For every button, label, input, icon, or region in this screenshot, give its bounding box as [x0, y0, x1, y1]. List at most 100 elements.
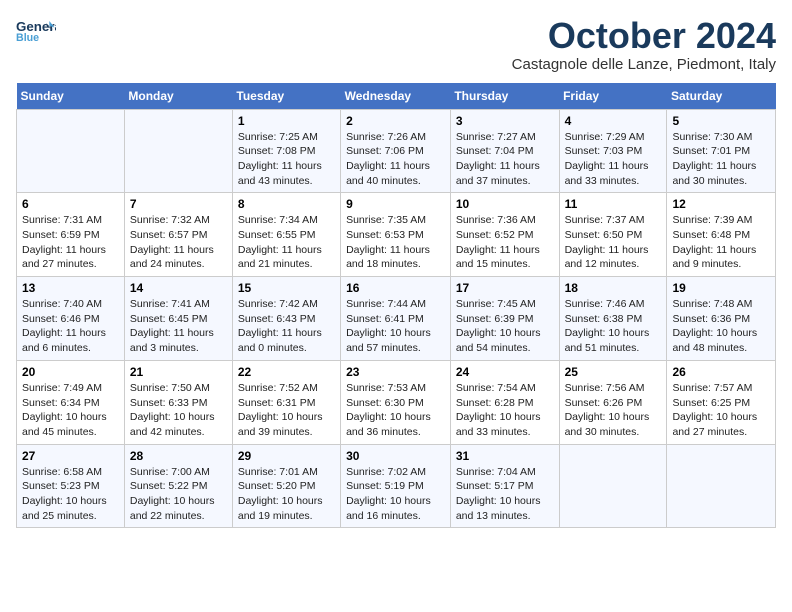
svg-text:Blue: Blue	[16, 32, 39, 44]
calendar-week-row: 1Sunrise: 7:25 AMSunset: 7:08 PMDaylight…	[17, 109, 776, 193]
calendar-week-row: 6 Sunrise: 7:31 AMSunset: 6:59 PMDaylight…	[17, 193, 776, 277]
calendar-cell: 22 Sunrise: 7:52 AMSunset: 6:31 PMDayligh…	[232, 360, 340, 444]
day-number: 28	[130, 449, 227, 463]
calendar-cell: 9Sunrise: 7:35 AMSunset: 6:53 PMDaylight…	[341, 193, 451, 277]
day-info: Sunrise: 7:57 AMSunset: 6:25 PMDaylight:…	[672, 381, 770, 440]
day-info: Sunrise: 7:34 AMSunset: 6:55 PMDaylight:…	[238, 213, 335, 272]
calendar-cell: 11 Sunrise: 7:37 AMSunset: 6:50 PMDayligh…	[559, 193, 667, 277]
day-number: 25	[565, 365, 662, 379]
day-info: Sunrise: 7:39 AMSunset: 6:48 PMDaylight:…	[672, 213, 770, 272]
calendar-cell	[559, 444, 667, 528]
day-number: 4	[565, 114, 662, 128]
day-number: 13	[22, 281, 119, 295]
calendar-table: SundayMondayTuesdayWednesdayThursdayFrid…	[16, 83, 776, 529]
day-info: Sunrise: 7:53 AMSunset: 6:30 PMDaylight:…	[346, 381, 445, 440]
day-number: 19	[672, 281, 770, 295]
day-info: Sunrise: 6:58 AMSunset: 5:23 PMDaylight:…	[22, 465, 119, 524]
calendar-cell: 14 Sunrise: 7:41 AMSunset: 6:45 PMDayligh…	[124, 277, 232, 361]
day-info: Sunrise: 7:26 AMSunset: 7:06 PMDaylight:…	[346, 130, 445, 189]
calendar-cell: 16 Sunrise: 7:44 AMSunset: 6:41 PMDayligh…	[341, 277, 451, 361]
day-number: 20	[22, 365, 119, 379]
calendar-cell: 5 Sunrise: 7:30 AMSunset: 7:01 PMDaylight…	[667, 109, 776, 193]
header-row: SundayMondayTuesdayWednesdayThursdayFrid…	[17, 83, 776, 110]
day-number: 5	[672, 114, 770, 128]
calendar-cell: 26Sunrise: 7:57 AMSunset: 6:25 PMDayligh…	[667, 360, 776, 444]
weekday-header: Tuesday	[232, 83, 340, 110]
calendar-cell: 21 Sunrise: 7:50 AMSunset: 6:33 PMDayligh…	[124, 360, 232, 444]
title-block: October 2024 Castagnole delle Lanze, Pie…	[512, 16, 776, 73]
calendar-cell: 30Sunrise: 7:02 AMSunset: 5:19 PMDayligh…	[341, 444, 451, 528]
calendar-cell: 24 Sunrise: 7:54 AMSunset: 6:28 PMDayligh…	[450, 360, 559, 444]
day-info: Sunrise: 7:45 AMSunset: 6:39 PMDaylight:…	[456, 297, 554, 356]
day-number: 7	[130, 197, 227, 211]
day-info: Sunrise: 7:52 AMSunset: 6:31 PMDaylight:…	[238, 381, 335, 440]
calendar-cell: 2 Sunrise: 7:26 AMSunset: 7:06 PMDaylight…	[341, 109, 451, 193]
calendar-cell: 23 Sunrise: 7:53 AMSunset: 6:30 PMDayligh…	[341, 360, 451, 444]
day-info: Sunrise: 7:42 AMSunset: 6:43 PMDaylight:…	[238, 297, 335, 356]
logo: General Blue	[16, 16, 56, 48]
day-number: 6	[22, 197, 119, 211]
calendar-cell: 19Sunrise: 7:48 AMSunset: 6:36 PMDayligh…	[667, 277, 776, 361]
calendar-cell: 4 Sunrise: 7:29 AMSunset: 7:03 PMDaylight…	[559, 109, 667, 193]
day-number: 17	[456, 281, 554, 295]
weekday-header: Wednesday	[341, 83, 451, 110]
calendar-cell: 12 Sunrise: 7:39 AMSunset: 6:48 PMDayligh…	[667, 193, 776, 277]
weekday-header: Sunday	[17, 83, 125, 110]
calendar-cell: 1Sunrise: 7:25 AMSunset: 7:08 PMDaylight…	[232, 109, 340, 193]
weekday-header: Thursday	[450, 83, 559, 110]
calendar-cell: 6 Sunrise: 7:31 AMSunset: 6:59 PMDaylight…	[17, 193, 125, 277]
day-info: Sunrise: 7:44 AMSunset: 6:41 PMDaylight:…	[346, 297, 445, 356]
location: Castagnole delle Lanze, Piedmont, Italy	[512, 56, 776, 73]
day-number: 24	[456, 365, 554, 379]
day-info: Sunrise: 7:01 AMSunset: 5:20 PMDaylight:…	[238, 465, 335, 524]
logo-icon: General Blue	[16, 16, 56, 46]
day-info: Sunrise: 7:31 AMSunset: 6:59 PMDaylight:…	[22, 213, 119, 272]
weekday-header: Monday	[124, 83, 232, 110]
day-number: 8	[238, 197, 335, 211]
day-info: Sunrise: 7:29 AMSunset: 7:03 PMDaylight:…	[565, 130, 662, 189]
calendar-cell: 18Sunrise: 7:46 AMSunset: 6:38 PMDayligh…	[559, 277, 667, 361]
calendar-week-row: 27 Sunrise: 6:58 AMSunset: 5:23 PMDayligh…	[17, 444, 776, 528]
day-info: Sunrise: 7:30 AMSunset: 7:01 PMDaylight:…	[672, 130, 770, 189]
calendar-cell	[667, 444, 776, 528]
day-info: Sunrise: 7:46 AMSunset: 6:38 PMDaylight:…	[565, 297, 662, 356]
calendar-cell: 15Sunrise: 7:42 AMSunset: 6:43 PMDayligh…	[232, 277, 340, 361]
day-number: 21	[130, 365, 227, 379]
day-number: 11	[565, 197, 662, 211]
day-info: Sunrise: 7:25 AMSunset: 7:08 PMDaylight:…	[238, 130, 335, 189]
month-title: October 2024	[512, 16, 776, 56]
calendar-cell: 10Sunrise: 7:36 AMSunset: 6:52 PMDayligh…	[450, 193, 559, 277]
calendar-cell: 17 Sunrise: 7:45 AMSunset: 6:39 PMDayligh…	[450, 277, 559, 361]
calendar-cell: 8 Sunrise: 7:34 AMSunset: 6:55 PMDaylight…	[232, 193, 340, 277]
day-number: 3	[456, 114, 554, 128]
day-number: 9	[346, 197, 445, 211]
day-info: Sunrise: 7:37 AMSunset: 6:50 PMDaylight:…	[565, 213, 662, 272]
day-number: 16	[346, 281, 445, 295]
calendar-cell: 28 Sunrise: 7:00 AMSunset: 5:22 PMDayligh…	[124, 444, 232, 528]
calendar-cell: 3 Sunrise: 7:27 AMSunset: 7:04 PMDaylight…	[450, 109, 559, 193]
day-info: Sunrise: 7:00 AMSunset: 5:22 PMDaylight:…	[130, 465, 227, 524]
day-number: 30	[346, 449, 445, 463]
day-info: Sunrise: 7:50 AMSunset: 6:33 PMDaylight:…	[130, 381, 227, 440]
weekday-header: Saturday	[667, 83, 776, 110]
calendar-cell: 29Sunrise: 7:01 AMSunset: 5:20 PMDayligh…	[232, 444, 340, 528]
day-info: Sunrise: 7:27 AMSunset: 7:04 PMDaylight:…	[456, 130, 554, 189]
day-info: Sunrise: 7:54 AMSunset: 6:28 PMDaylight:…	[456, 381, 554, 440]
day-number: 22	[238, 365, 335, 379]
day-number: 23	[346, 365, 445, 379]
day-number: 31	[456, 449, 554, 463]
day-info: Sunrise: 7:41 AMSunset: 6:45 PMDaylight:…	[130, 297, 227, 356]
day-number: 12	[672, 197, 770, 211]
calendar-cell: 20Sunrise: 7:49 AMSunset: 6:34 PMDayligh…	[17, 360, 125, 444]
calendar-week-row: 13Sunrise: 7:40 AMSunset: 6:46 PMDayligh…	[17, 277, 776, 361]
day-number: 27	[22, 449, 119, 463]
calendar-cell: 13Sunrise: 7:40 AMSunset: 6:46 PMDayligh…	[17, 277, 125, 361]
calendar-cell	[124, 109, 232, 193]
day-number: 10	[456, 197, 554, 211]
day-info: Sunrise: 7:04 AMSunset: 5:17 PMDaylight:…	[456, 465, 554, 524]
day-number: 2	[346, 114, 445, 128]
page-header: General Blue October 2024 Castagnole del…	[16, 16, 776, 73]
calendar-cell	[17, 109, 125, 193]
calendar-cell: 25Sunrise: 7:56 AMSunset: 6:26 PMDayligh…	[559, 360, 667, 444]
day-number: 14	[130, 281, 227, 295]
